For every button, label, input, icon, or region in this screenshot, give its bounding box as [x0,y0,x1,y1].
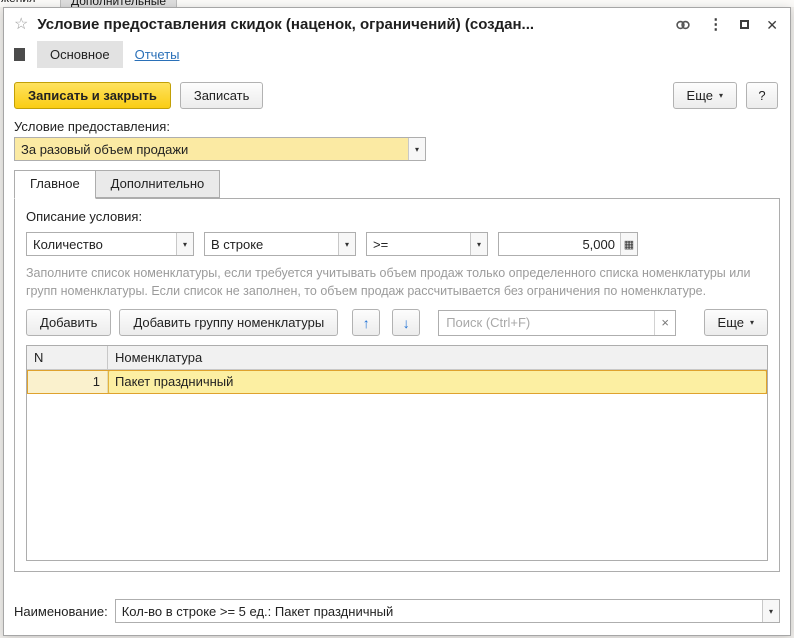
comparison-value: >= [373,237,389,252]
condition-description-label: Описание условия: [26,209,143,224]
nav-item-main[interactable]: Основное [37,41,123,68]
save-button[interactable]: Записать [179,82,264,109]
tab-additional[interactable]: Дополнительно [95,170,221,198]
nav-item-reports-link[interactable]: Отчеты [135,47,180,62]
search-input[interactable] [439,310,655,335]
quantity-select[interactable]: Количество ▾ [26,232,194,256]
save-and-close-button[interactable]: Записать и закрыть [14,82,171,109]
maximize-icon[interactable] [740,20,750,29]
name-label: Наименование: [14,603,108,619]
row-nomenclature-cell[interactable]: Пакет праздничный [108,370,767,394]
reorder-buttons: ↑ ↓ [352,309,421,336]
condition-type-dropdown-icon[interactable]: ▾ [408,138,425,160]
move-up-icon[interactable]: ↑ [352,309,381,336]
more-button[interactable]: Еще ▾ [672,82,737,109]
table-header-row: N Номенклатура [27,346,767,370]
name-field-row: Наименование: Кол-во в строке >= 5 ед.: … [4,589,790,635]
scope-select[interactable]: В строке ▾ [204,232,356,256]
maximize-glyph [740,20,750,29]
window-title: Условие предоставления скидок (наценок, … [37,16,535,33]
amount-input[interactable] [499,233,620,255]
more-button-label: Еще [686,88,713,103]
table-row[interactable]: 1 Пакет праздничный [27,370,767,394]
favorite-star-icon[interactable]: ☆ [14,16,28,33]
search-field: × [438,309,677,336]
name-value: Кол-во в строке >= 5 ед.: Пакет празднич… [121,604,394,619]
command-bar: Записать и закрыть Записать Еще ▾ ? [4,76,790,118]
calculator-icon[interactable]: ▦ [620,233,637,255]
quantity-value: Количество [33,237,103,252]
help-button[interactable]: ? [746,82,778,109]
titlebar: ☆ Условие предоставления скидок (наценок… [4,8,790,38]
list-more-label: Еще [717,315,744,330]
scope-dropdown-icon[interactable]: ▾ [338,233,355,255]
move-down-icon[interactable]: ↓ [392,309,421,336]
row-number-cell: 1 [27,370,108,394]
add-button[interactable]: Добавить [26,309,112,336]
search-clear-icon[interactable]: × [654,310,675,335]
background-tab-fragment: Дополнительные [60,0,177,7]
window-controls: ⋮ ✕ [675,17,778,32]
background-window-strip: жения Дополнительные [0,0,794,7]
close-icon[interactable]: ✕ [766,18,778,32]
condition-type-select[interactable]: За разовый объем продажи ▾ [14,137,426,161]
comparison-select[interactable]: >= ▾ [366,232,488,256]
name-dropdown-icon[interactable]: ▾ [762,600,779,622]
name-select[interactable]: Кол-во в строке >= 5 ед.: Пакет празднич… [114,599,780,623]
get-link-icon[interactable] [675,18,691,32]
column-header-nomenclature[interactable]: Номенклатура [108,346,767,369]
discount-condition-window: ☆ Условие предоставления скидок (наценок… [3,7,791,636]
nomenclature-hint-text: Заполните список номенклатуры, если треб… [26,266,751,298]
amount-field-wrap: ▦ [498,232,638,256]
main-tab-panel: Описание условия: Количество ▾ В строке … [14,198,780,572]
chevron-down-icon: ▾ [718,91,723,100]
comparison-dropdown-icon[interactable]: ▾ [470,233,487,255]
background-text-fragment: жения [1,0,36,5]
tab-main[interactable]: Главное [14,170,96,199]
scope-value: В строке [211,237,264,252]
form-navigation: Основное Отчеты [4,38,790,76]
list-command-bar: Добавить Добавить группу номенклатуры ↑ … [26,309,768,336]
page-tabs: Главное Дополнительно [4,161,790,199]
add-group-button[interactable]: Добавить группу номенклатуры [119,309,339,336]
nomenclature-table: N Номенклатура 1 Пакет праздничный [26,345,768,561]
column-header-n[interactable]: N [27,346,108,369]
condition-fields-row: Количество ▾ В строке ▾ >= ▾ ▦ [26,232,768,256]
more-commands-kebab-icon[interactable]: ⋮ [708,17,723,32]
chevron-down-icon: ▾ [749,318,754,327]
condition-type-label: Условие предоставления: [14,119,170,134]
list-more-button[interactable]: Еще ▾ [703,309,768,336]
quantity-dropdown-icon[interactable]: ▾ [176,233,193,255]
table-empty-area [27,394,767,560]
nav-panel-icon[interactable] [14,48,25,61]
condition-type-value: За разовый объем продажи [21,142,189,157]
